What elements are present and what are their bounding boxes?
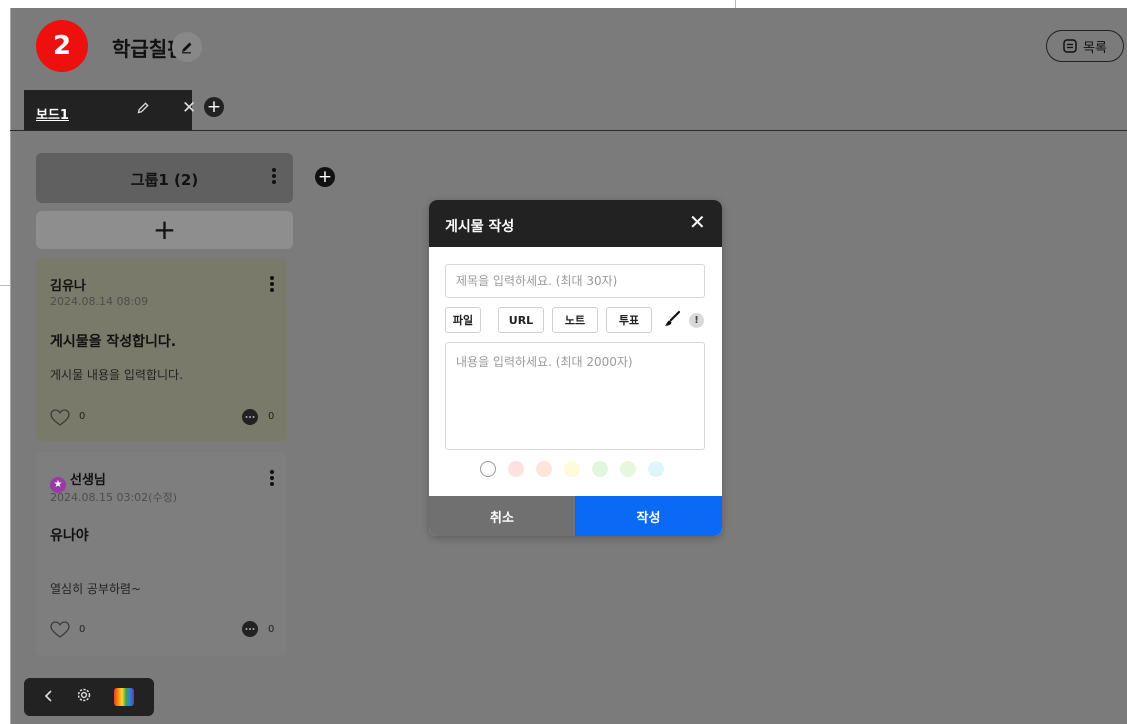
post-author: 김유나 [50, 279, 86, 294]
submit-button[interactable]: 작성 [575, 496, 722, 536]
post-title: 유나야 [50, 528, 89, 544]
info-icon[interactable]: ! [689, 313, 704, 328]
write-post-modal: 게시물 작성 ✕ 파일 URL 노트 투표 ! 취소 작성 [429, 200, 722, 536]
group-title: 그룹1 (2) [130, 171, 199, 189]
color-swatch-white[interactable] [480, 461, 496, 477]
heart-icon[interactable] [50, 409, 70, 427]
vote-button[interactable]: 투표 [606, 307, 652, 333]
color-swatch-pink[interactable] [508, 461, 524, 477]
brush-icon[interactable] [663, 310, 681, 332]
modal-title: 게시물 작성 [445, 219, 515, 235]
url-button[interactable]: URL [498, 307, 544, 333]
group-header: 그룹1 (2) [36, 153, 293, 203]
like-count: 0 [79, 411, 86, 422]
color-swatch-lime[interactable] [620, 461, 636, 477]
color-swatch-cyan[interactable] [648, 461, 664, 477]
tab-label: 보드1 [36, 108, 69, 123]
heart-icon[interactable] [50, 621, 70, 639]
close-icon[interactable]: ✕ [689, 212, 706, 232]
modal-header: 게시물 작성 ✕ [429, 200, 722, 247]
post-title-input[interactable] [445, 264, 705, 298]
color-swatch-green[interactable] [592, 461, 608, 477]
post-card[interactable]: 김유나 2024.08.14 08:09 게시물을 작성합니다. 게시물 내용을… [36, 258, 287, 441]
like-count: 0 [79, 624, 86, 635]
add-post-button[interactable]: + [36, 211, 293, 249]
post-date: 2024.08.14 08:09 [50, 295, 149, 308]
more-vert-icon[interactable] [271, 168, 277, 186]
post-body: 게시물 내용을 입력합니다. [50, 368, 183, 382]
post-title: 게시물을 작성합니다. [50, 334, 177, 350]
cancel-button[interactable]: 취소 [429, 496, 575, 536]
comment-icon[interactable] [241, 620, 259, 638]
list-button-label: 목록 [1083, 40, 1107, 56]
tab-divider [10, 130, 1127, 131]
add-group-icon[interactable]: + [315, 167, 335, 187]
comment-count: 0 [268, 624, 275, 635]
page-edge-line [735, 0, 736, 8]
post-body: 열심히 공부하렴~ [50, 582, 142, 596]
add-tab-icon[interactable]: + [204, 97, 224, 117]
color-picker [480, 461, 664, 477]
tab-board1[interactable]: 보드1 ✕ [24, 90, 196, 130]
step-badge: 2 [36, 20, 88, 72]
post-author-name: 선생님 [70, 473, 106, 488]
gear-icon[interactable] [75, 686, 93, 708]
list-icon [1063, 39, 1077, 53]
note-button[interactable]: 노트 [552, 307, 598, 333]
list-button[interactable]: 목록 [1046, 30, 1124, 62]
bottom-toolbar [24, 678, 154, 716]
color-swatch-yellow[interactable] [564, 461, 580, 477]
color-swatch-peach[interactable] [536, 461, 552, 477]
pencil-icon[interactable] [136, 101, 150, 119]
close-icon[interactable]: ✕ [182, 98, 196, 118]
color-palette-icon[interactable] [113, 688, 134, 706]
file-button[interactable]: 파일 [445, 307, 481, 333]
chevron-left-icon[interactable] [44, 688, 54, 707]
edit-title-button[interactable] [172, 32, 202, 62]
post-content-input[interactable] [445, 342, 705, 450]
more-vert-icon[interactable] [269, 276, 275, 294]
comment-icon[interactable] [241, 408, 259, 426]
post-date: 2024.08.15 03:02(수정) [50, 491, 178, 504]
more-vert-icon[interactable] [269, 470, 275, 488]
pencil-icon [182, 42, 192, 54]
comment-count: 0 [268, 411, 275, 422]
post-card[interactable]: ★ 선생님 2024.08.15 03:02(수정) 유나야 열심히 공부하렴~ … [36, 452, 287, 656]
